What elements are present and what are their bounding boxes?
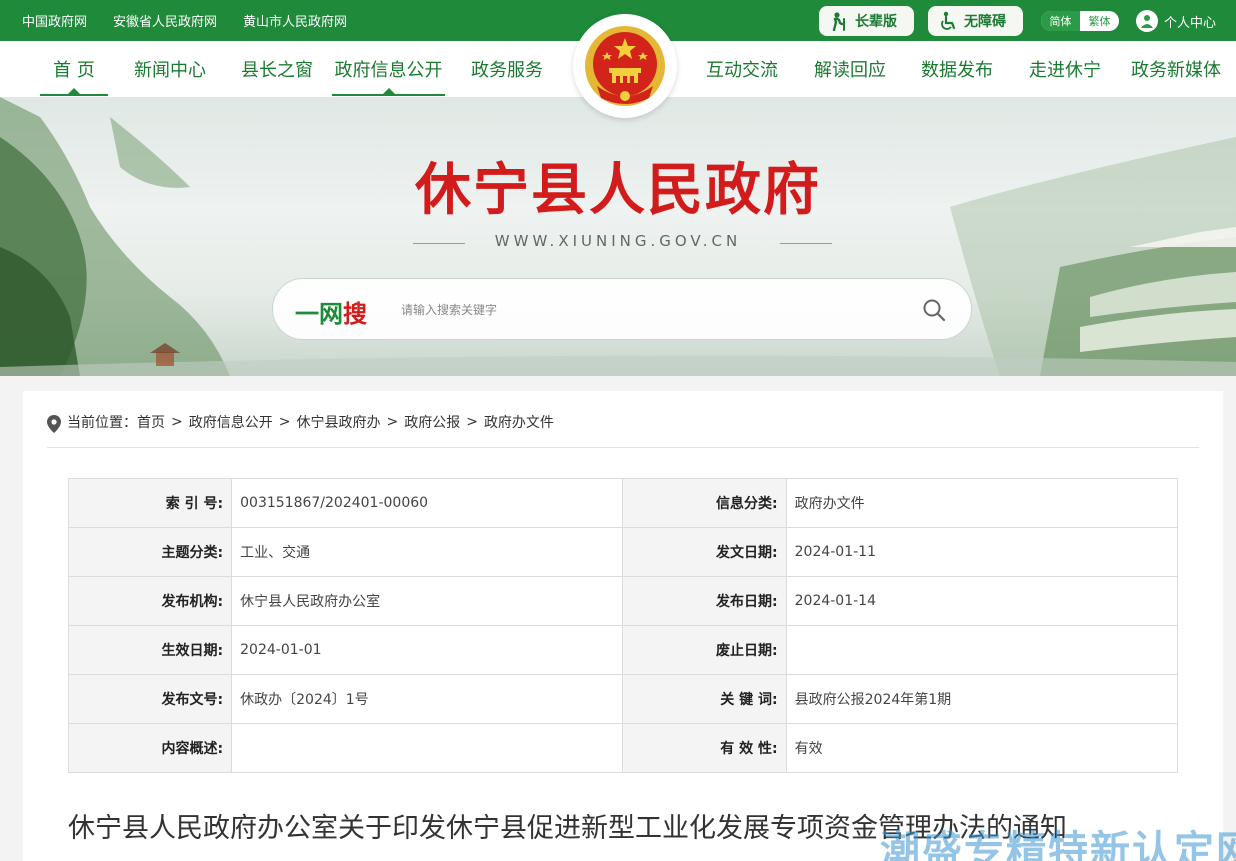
topic-category-value: 工业、交通 — [231, 527, 624, 577]
site-name: 休宁县人民政府 — [415, 157, 821, 223]
document-number-value: 休政办〔2024〕1号 — [231, 674, 624, 724]
watermark: 潮盛专精特新认定网 — [880, 828, 1236, 861]
publish-date-value: 2024-01-14 — [785, 576, 1179, 626]
validity-label: 有 效 性: — [622, 723, 787, 773]
validity-value: 有效 — [785, 723, 1179, 773]
lang-traditional[interactable]: 繁体 — [1080, 11, 1119, 31]
issue-date-label: 发文日期: — [622, 527, 787, 577]
breadcrumb-divider — [47, 447, 1199, 448]
breadcrumb-county-office[interactable]: 休宁县政府办 — [296, 412, 380, 432]
table-row: 发布文号: 休政办〔2024〕1号 关 键 词: 县政府公报2024年第1期 — [67, 674, 1179, 724]
topic-category-label: 主题分类: — [67, 527, 233, 577]
nav-news-center[interactable]: 新闻中心 — [126, 41, 214, 97]
table-row: 发布机构: 休宁县人民政府办公室 发布日期: 2024-01-14 — [67, 576, 1179, 626]
table-row: 生效日期: 2024-01-01 废止日期: — [67, 625, 1179, 675]
index-number-label: 索 引 号: — [67, 478, 233, 528]
accessibility-button[interactable]: 无障碍 — [928, 6, 1023, 36]
keywords-label: 关 键 词: — [622, 674, 787, 724]
nav-new-media[interactable]: 政务新媒体 — [1124, 41, 1228, 97]
summary-value — [231, 723, 624, 773]
location-pin-icon — [47, 415, 61, 433]
repeal-date-value — [785, 625, 1179, 675]
effective-date-label: 生效日期: — [67, 625, 233, 675]
breadcrumb-gazette[interactable]: 政府公报 — [404, 412, 460, 432]
search-icon[interactable] — [921, 297, 947, 323]
table-row: 内容概述: 有 效 性: 有效 — [67, 723, 1179, 773]
publish-date-label: 发布日期: — [622, 576, 787, 626]
wheelchair-icon — [941, 11, 956, 30]
lang-simplified[interactable]: 简体 — [1041, 11, 1080, 31]
link-central-gov[interactable]: 中国政府网 — [22, 11, 87, 30]
document-number-label: 发布文号: — [67, 674, 233, 724]
accessibility-label: 无障碍 — [964, 14, 1006, 30]
user-center-label: 个人中心 — [1164, 15, 1217, 31]
document-metadata-table: 索 引 号: 003151867/202401-00060 信息分类: 政府办文… — [67, 478, 1179, 773]
link-anhui-gov[interactable]: 安徽省人民政府网 — [113, 11, 217, 30]
issue-date-value: 2024-01-11 — [785, 527, 1179, 577]
nav-interpretation[interactable]: 解读回应 — [806, 41, 894, 97]
table-row: 主题分类: 工业、交通 发文日期: 2024-01-11 — [67, 527, 1179, 577]
elder-mode-label: 长辈版 — [855, 14, 897, 30]
nav-about-xiuning[interactable]: 走进休宁 — [1021, 41, 1109, 97]
breadcrumb-separator: > — [278, 414, 291, 430]
nav-data-release[interactable]: 数据发布 — [913, 41, 1001, 97]
language-switch: 简体 繁体 — [1041, 11, 1119, 31]
breadcrumb-prefix: 当前位置： — [67, 415, 137, 431]
nav-gov-services[interactable]: 政务服务 — [462, 41, 552, 97]
publisher-value: 休宁县人民政府办公室 — [231, 576, 624, 626]
breadcrumb: 当前位置： 首页 > 政府信息公开 > 休宁县政府办 > 政府公报 > 政府办文… — [47, 411, 554, 433]
breadcrumb-office-docs[interactable]: 政府办文件 — [484, 412, 554, 432]
url-divider-right — [780, 243, 832, 244]
breadcrumb-separator: > — [171, 414, 183, 430]
search-input[interactable] — [401, 299, 901, 321]
nav-home[interactable]: 首 页 — [40, 41, 108, 97]
info-category-label: 信息分类: — [622, 478, 787, 528]
breadcrumb-separator: > — [386, 414, 399, 430]
nav-interaction[interactable]: 互动交流 — [698, 41, 786, 97]
table-row: 索 引 号: 003151867/202401-00060 信息分类: 政府办文… — [67, 478, 1179, 528]
user-center-link[interactable]: 个人中心 — [1136, 9, 1216, 33]
search-box: 一网搜 — [272, 278, 972, 340]
nav-gov-info-disclosure[interactable]: 政府信息公开 — [332, 41, 445, 97]
external-links: 中国政府网 安徽省人民政府网 黄山市人民政府网 — [22, 0, 347, 41]
breadcrumb-gov-info[interactable]: 政府信息公开 — [189, 412, 273, 432]
breadcrumb-home[interactable]: 首页 — [137, 412, 165, 432]
search-logo: 一网搜 — [295, 294, 367, 329]
keywords-value: 县政府公报2024年第1期 — [785, 674, 1179, 724]
user-icon — [1136, 10, 1158, 32]
header-banner: 休宁县人民政府 WWW.XIUNING.GOV.CN 一网搜 — [0, 97, 1236, 376]
search-logo-green: 一网 — [295, 300, 343, 328]
elder-icon — [832, 12, 845, 31]
index-number-value: 003151867/202401-00060 — [231, 478, 624, 528]
effective-date-value: 2024-01-01 — [231, 625, 624, 675]
emblem-icon — [585, 26, 665, 106]
summary-label: 内容概述: — [67, 723, 233, 773]
link-huangshan-gov[interactable]: 黄山市人民政府网 — [243, 11, 347, 30]
info-category-value: 政府办文件 — [785, 478, 1179, 528]
search-logo-red: 搜 — [343, 300, 367, 328]
national-emblem — [573, 14, 677, 118]
publisher-label: 发布机构: — [67, 576, 233, 626]
nav-county-head-window[interactable]: 县长之窗 — [234, 41, 320, 97]
content-panel: 当前位置： 首页 > 政府信息公开 > 休宁县政府办 > 政府公报 > 政府办文… — [23, 391, 1223, 861]
breadcrumb-separator: > — [466, 414, 478, 430]
elder-mode-button[interactable]: 长辈版 — [819, 6, 914, 36]
site-url: WWW.XIUNING.GOV.CN — [494, 232, 742, 250]
repeal-date-label: 废止日期: — [622, 625, 787, 675]
